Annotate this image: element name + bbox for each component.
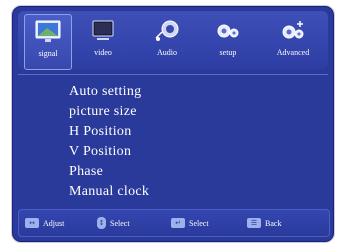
footer-hints: ↔ Adjust ↕ Select ↵ Select ☰ Back (18, 209, 330, 237)
tab-audio-label: Audio (157, 48, 177, 57)
hint-select-enter-label: Select (189, 218, 209, 228)
speaker-icon (155, 20, 179, 41)
gears-plus-icon (282, 21, 304, 39)
menu-item-h-position[interactable]: H Position (69, 124, 132, 140)
tab-signal[interactable]: signal (24, 14, 72, 70)
tab-video-label: video (94, 48, 112, 57)
tab-advanced[interactable]: Advanced (270, 14, 316, 68)
up-down-arrows-icon: ↕ (97, 217, 106, 229)
gears-icon (217, 24, 239, 38)
osd-menu-panel: signal video Audio setup Advanced Auto s… (11, 5, 335, 243)
tab-setup-label: setup (219, 48, 237, 57)
signal-menu: Auto setting picture size H Position V P… (12, 84, 334, 199)
tv-icon (92, 20, 114, 40)
hint-adjust-label: Adjust (43, 218, 65, 228)
tab-bar: signal video Audio setup Advanced (18, 11, 328, 70)
menu-item-picture-size[interactable]: picture size (69, 104, 137, 120)
menu-item-manual-clock[interactable]: Manual clock (69, 184, 149, 200)
hint-back: ☰ Back (247, 217, 281, 229)
menu-item-phase[interactable]: Phase (69, 164, 103, 180)
tab-setup[interactable]: setup (205, 14, 251, 68)
left-right-arrows-icon: ↔ (25, 218, 39, 228)
tab-video[interactable]: video (80, 14, 126, 68)
hint-select-label: Select (110, 218, 130, 228)
monitor-icon (35, 20, 61, 42)
tab-audio[interactable]: Audio (144, 14, 190, 68)
divider (18, 74, 328, 75)
enter-key-icon: ↵ (171, 218, 185, 228)
menu-key-icon: ☰ (247, 218, 261, 228)
tab-signal-label: signal (38, 49, 58, 58)
hint-select-enter: ↵ Select (171, 217, 209, 229)
tab-advanced-label: Advanced (276, 48, 310, 57)
hint-select-updown: ↕ Select (97, 217, 130, 229)
hint-back-label: Back (265, 218, 282, 228)
hint-adjust: ↔ Adjust (25, 217, 64, 229)
menu-item-auto-setting[interactable]: Auto setting (69, 84, 141, 100)
menu-item-v-position[interactable]: V Position (69, 144, 131, 160)
